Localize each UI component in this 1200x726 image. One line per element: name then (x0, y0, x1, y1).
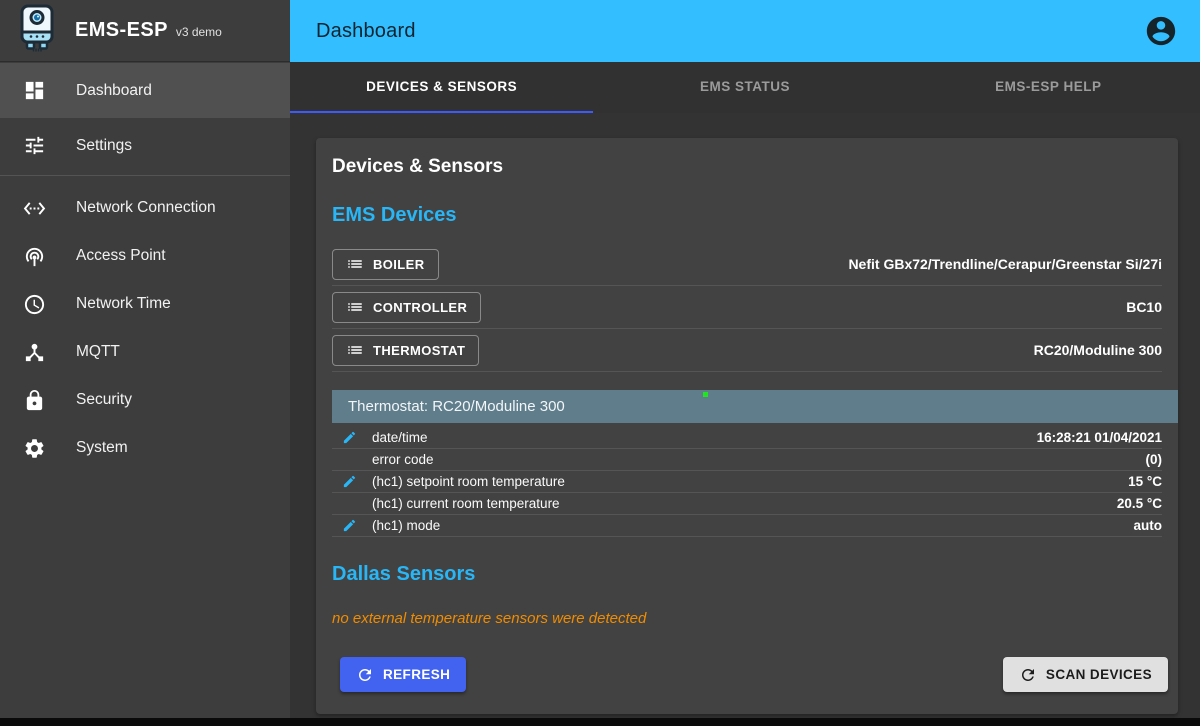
detail-value: (0) (1146, 452, 1163, 467)
sidebar-item-label: MQTT (76, 343, 120, 361)
sidebar-item-label: System (76, 439, 128, 457)
edit-icon[interactable] (332, 430, 372, 445)
panel-title: Devices & Sensors (332, 156, 1162, 178)
tab-ems-status[interactable]: EMS STATUS (593, 62, 896, 113)
app-title: EMS-ESP (75, 19, 168, 42)
thermostat-device-button[interactable]: THERMOSTAT (332, 335, 479, 366)
sidebar: EMS-ESP v3 demo Dashboard Settings (0, 0, 290, 718)
refresh-icon (356, 666, 374, 684)
panel-actions: REFRESH SCAN DEVICES (340, 657, 1168, 692)
devices-sensors-panel: Devices & Sensors EMS Devices BOILER Nef… (316, 138, 1178, 714)
device-type-label: BOILER (373, 257, 425, 272)
appbar: Dashboard (290, 0, 1200, 62)
sidebar-item-dashboard[interactable]: Dashboard (0, 63, 290, 118)
clock-icon (22, 292, 46, 316)
sidebar-item-label: Dashboard (76, 82, 152, 100)
scan-devices-button[interactable]: SCAN DEVICES (1003, 657, 1168, 692)
detail-value: auto (1134, 518, 1163, 533)
tab-devices-sensors[interactable]: DEVICES & SENSORS (290, 62, 593, 113)
tune-icon (22, 134, 46, 158)
ems-devices-heading: EMS Devices (332, 204, 1162, 227)
detail-value: 20.5 °C (1117, 496, 1162, 511)
table-row: BOILER Nefit GBx72/Trendline/Cerapur/Gre… (332, 243, 1162, 286)
detail-name: (hc1) mode (372, 518, 1134, 533)
table-row: (hc1) current room temperature 20.5 °C (332, 493, 1162, 515)
no-sensors-message: no external temperature sensors were det… (332, 610, 1162, 627)
wifi-tethering-icon (22, 244, 46, 268)
detail-name: (hc1) setpoint room temperature (372, 474, 1128, 489)
device-model: BC10 (1126, 299, 1162, 315)
ems-devices-table: BOILER Nefit GBx72/Trendline/Cerapur/Gre… (332, 243, 1162, 372)
sidebar-item-label: Network Connection (76, 199, 216, 217)
detail-name: date/time (372, 430, 1037, 445)
tab-bar: DEVICES & SENSORS EMS STATUS EMS-ESP HEL… (290, 62, 1200, 113)
boiler-logo (17, 4, 57, 57)
status-dot (703, 392, 708, 397)
device-hub-icon (22, 340, 46, 364)
sidebar-item-label: Security (76, 391, 132, 409)
account-icon[interactable] (1144, 14, 1178, 48)
sidebar-nav-secondary: Network Connection Access Point Network … (0, 176, 290, 480)
dallas-sensors-heading: Dallas Sensors (332, 563, 1162, 586)
list-icon (346, 341, 364, 359)
sidebar-item-mqtt[interactable]: MQTT (0, 328, 290, 376)
table-row: error code (0) (332, 449, 1162, 471)
detail-name: (hc1) current room temperature (372, 496, 1117, 511)
device-model: RC20/Moduline 300 (1034, 342, 1162, 358)
sidebar-item-label: Access Point (76, 247, 166, 265)
table-row: THERMOSTAT RC20/Moduline 300 (332, 329, 1162, 372)
edit-icon[interactable] (332, 518, 372, 533)
app-version: v3 demo (176, 25, 222, 39)
refresh-button-label: REFRESH (383, 667, 450, 682)
controller-device-button[interactable]: CONTROLLER (332, 292, 481, 323)
ems-esp-app: EMS-ESP v3 demo Dashboard Settings (0, 0, 1200, 726)
boiler-device-button[interactable]: BOILER (332, 249, 439, 280)
table-row: date/time 16:28:21 01/04/2021 (332, 427, 1162, 449)
sidebar-item-label: Network Time (76, 295, 171, 313)
sidebar-item-network-time[interactable]: Network Time (0, 280, 290, 328)
table-row: CONTROLLER BC10 (332, 286, 1162, 329)
sidebar-nav-primary: Dashboard Settings (0, 62, 290, 175)
detail-name: error code (372, 452, 1146, 467)
detail-value: 15 °C (1128, 474, 1162, 489)
scan-devices-button-label: SCAN DEVICES (1046, 667, 1152, 682)
sidebar-item-label: Settings (76, 137, 132, 155)
sidebar-item-settings[interactable]: Settings (0, 118, 290, 173)
edit-icon[interactable] (332, 474, 372, 489)
bottom-strip (0, 718, 1200, 726)
thermostat-detail-header: Thermostat: RC20/Moduline 300 (332, 390, 1178, 423)
list-icon (346, 255, 364, 273)
detail-value: 16:28:21 01/04/2021 (1037, 430, 1162, 445)
table-row: (hc1) mode auto (332, 515, 1162, 537)
page-title: Dashboard (316, 20, 1144, 43)
device-model: Nefit GBx72/Trendline/Cerapur/Greenstar … (848, 256, 1162, 272)
refresh-icon (1019, 666, 1037, 684)
sidebar-item-system[interactable]: System (0, 424, 290, 472)
sidebar-item-security[interactable]: Security (0, 376, 290, 424)
sidebar-item-access-point[interactable]: Access Point (0, 232, 290, 280)
gear-icon (22, 436, 46, 460)
device-type-label: THERMOSTAT (373, 343, 465, 358)
dashboard-icon (22, 79, 46, 103)
list-icon (346, 298, 364, 316)
settings-ethernet-icon (22, 196, 46, 220)
tab-ems-esp-help[interactable]: EMS-ESP HELP (897, 62, 1200, 113)
sidebar-item-network-connection[interactable]: Network Connection (0, 184, 290, 232)
refresh-button[interactable]: REFRESH (340, 657, 466, 692)
thermostat-detail-table: date/time 16:28:21 01/04/2021 error code… (332, 423, 1162, 537)
lock-icon (22, 388, 46, 412)
device-type-label: CONTROLLER (373, 300, 467, 315)
app-header: EMS-ESP v3 demo (0, 0, 290, 62)
table-row: (hc1) setpoint room temperature 15 °C (332, 471, 1162, 493)
